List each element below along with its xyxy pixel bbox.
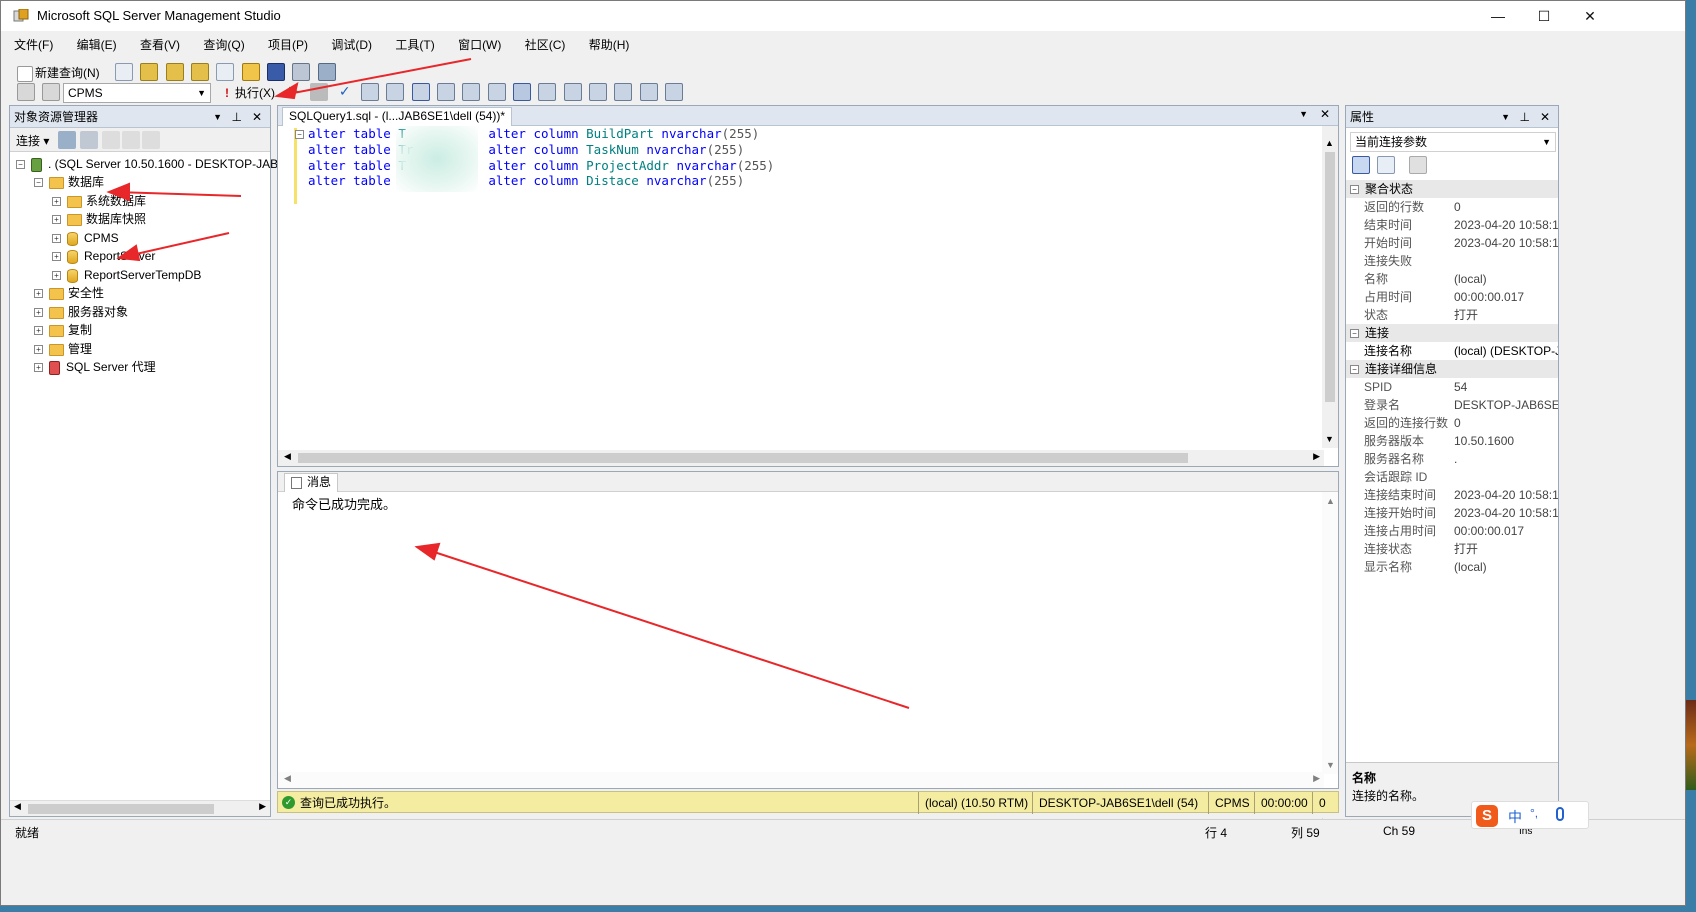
arrowhead [106, 182, 130, 202]
arrowhead [414, 542, 441, 561]
arrowhead [116, 244, 141, 262]
annotation-arrows [106, 58, 910, 709]
arrow-databases [116, 191, 242, 197]
ssms-window: Microsoft SQL Server Management Studio —… [0, 0, 1686, 906]
arrow-execute [282, 58, 472, 96]
desktop-background-strip [1686, 700, 1696, 790]
arrowhead [273, 81, 299, 100]
arrow-message [424, 548, 910, 709]
arrow-cpms [126, 232, 230, 257]
